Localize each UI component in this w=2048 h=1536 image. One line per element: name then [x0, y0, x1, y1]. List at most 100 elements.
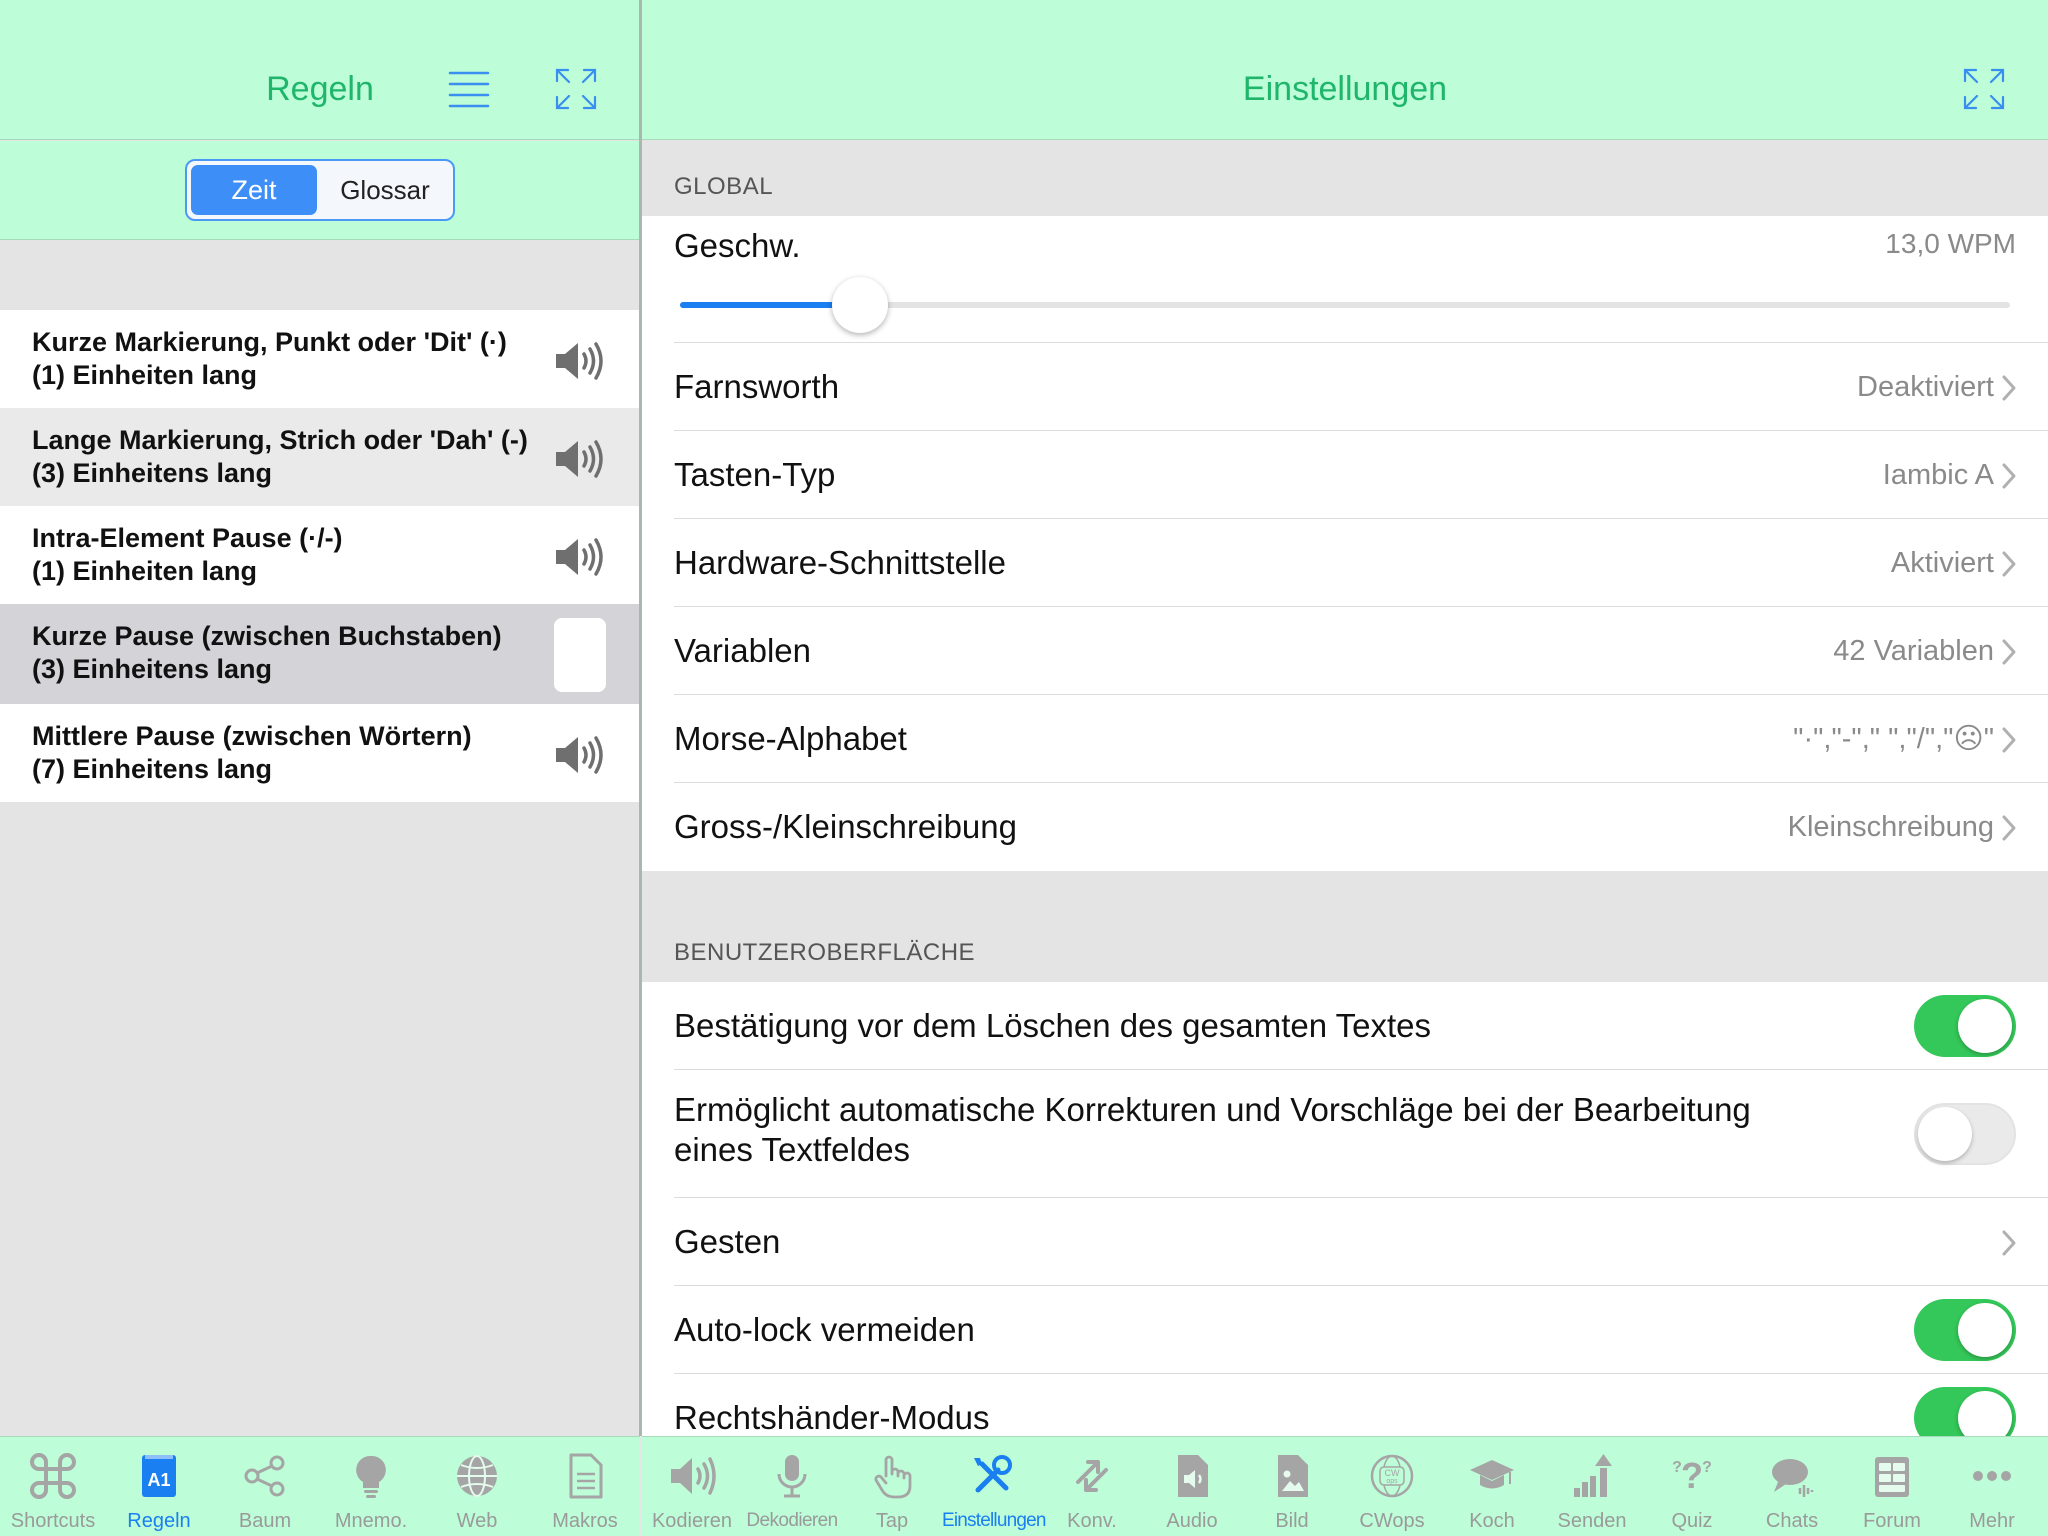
cwops-globe-icon: CWops: [1370, 1454, 1414, 1498]
tab-dekodieren[interactable]: Dekodieren: [742, 1437, 842, 1536]
speaker-icon: [671, 1457, 716, 1495]
bar-chart-up-icon: [1574, 1454, 1612, 1497]
setting-value: Iambic A: [1882, 459, 1994, 491]
tab-label: Einstellungen: [942, 1510, 1046, 1531]
page-title: Regeln: [266, 70, 374, 108]
autolock-toggle[interactable]: [1914, 1299, 2016, 1361]
chevron-right-icon: [2002, 375, 2016, 401]
expand-icon[interactable]: [554, 67, 598, 111]
tab-mnemo[interactable]: Mnemo.: [318, 1437, 424, 1536]
speaker-icon[interactable]: [554, 341, 604, 381]
speaker-icon[interactable]: [554, 537, 604, 577]
setting-row-gesten[interactable]: Gesten: [674, 1198, 2048, 1286]
document-icon: [569, 1453, 603, 1499]
speaker-icon[interactable]: [554, 439, 604, 479]
speaker-icon[interactable]: [554, 735, 604, 775]
command-icon: [30, 1453, 76, 1499]
tab-web[interactable]: Web: [424, 1437, 530, 1536]
globe-icon: [457, 1455, 497, 1497]
expand-icon[interactable]: [1962, 67, 2006, 111]
svg-text:ops: ops: [1386, 1478, 1398, 1485]
tab-koch[interactable]: Koch: [1442, 1437, 1542, 1536]
tab-quiz[interactable]: ??? Quiz: [1642, 1437, 1742, 1536]
setting-value: 42 Variablen: [1833, 635, 1994, 667]
setting-label: Variablen: [674, 632, 811, 669]
tab-label: Web: [456, 1510, 498, 1532]
rules-list: Kurze Markierung, Punkt oder 'Dit' (·) (…: [0, 310, 640, 802]
setting-row-variablen[interactable]: Variablen 42 Variablen: [674, 607, 2048, 695]
setting-row-case[interactable]: Gross-/Kleinschreibung Kleinschreibung: [674, 783, 2048, 871]
chat-bubbles-icon: [1772, 1459, 1814, 1497]
tab-regeln[interactable]: A1 Regeln: [106, 1437, 212, 1536]
rule-title: Kurze Markierung, Punkt oder 'Dit' (·): [32, 327, 507, 357]
rule-text: Lange Markierung, Strich oder 'Dah' (-) …: [32, 424, 552, 490]
setting-row-morse-alphabet[interactable]: Morse-Alphabet "·","-"," ","/","☹": [674, 695, 2048, 783]
share-tree-icon: [244, 1455, 285, 1497]
a1-book-icon: A1: [142, 1455, 176, 1497]
tab-mehr[interactable]: Mehr: [1942, 1437, 2042, 1536]
rule-duration: (3) Einheitens lang: [32, 654, 273, 684]
segment-glossar[interactable]: Glossar: [321, 165, 449, 215]
right-handed-toggle[interactable]: [1914, 1387, 2016, 1436]
tab-label: Mnemo.: [334, 1510, 408, 1532]
tab-cwops[interactable]: CW ops CWops: [1342, 1437, 1442, 1536]
tab-audio[interactable]: Audio: [1142, 1437, 1242, 1536]
rules-header: Regeln: [0, 0, 640, 140]
rule-duration: (1) Einheiten lang: [32, 556, 258, 586]
speed-value: 13,0 WPM: [1885, 228, 2016, 259]
rule-duration: (7) Einheitens lang: [32, 754, 273, 784]
tab-senden[interactable]: Senden: [1542, 1437, 1642, 1536]
settings-pane: Einstellungen GLOBAL Geschw. 13,0 WPM Fa…: [642, 0, 2048, 1436]
setting-label: Hardware-Schnittstelle: [674, 544, 1006, 581]
setting-label: Tasten-Typ: [674, 456, 836, 493]
tab-makros[interactable]: Makros: [530, 1437, 640, 1536]
graduation-cap-icon: [1470, 1460, 1514, 1489]
lightbulb-icon: [356, 1455, 386, 1498]
tab-label: Audio: [1166, 1510, 1218, 1532]
question-marks-icon: ???: [1672, 1455, 1712, 1496]
tab-label: Bild: [1275, 1510, 1309, 1532]
segmented-control: Zeit Glossar: [185, 159, 455, 221]
ellipsis-icon: [1973, 1471, 2011, 1481]
setting-row-hardware[interactable]: Hardware-Schnittstelle Aktiviert: [674, 519, 2048, 607]
image-file-icon: [1278, 1455, 1308, 1497]
tab-forum[interactable]: Forum: [1842, 1437, 1942, 1536]
chevron-right-icon: [2002, 639, 2016, 665]
tab-konv[interactable]: Konv.: [1042, 1437, 1142, 1536]
setting-row-farnsworth[interactable]: Farnsworth Deaktiviert: [674, 343, 2048, 431]
setting-value: Kleinschreibung: [1787, 811, 1994, 843]
tab-kodieren[interactable]: Kodieren: [642, 1437, 742, 1536]
tab-label: Kodieren: [651, 1510, 733, 1532]
svg-text:CW: CW: [1385, 1468, 1400, 1478]
tab-baum[interactable]: Baum: [212, 1437, 318, 1536]
autocorrect-toggle[interactable]: [1914, 1103, 2016, 1165]
setting-row-confirm-delete: Bestätigung vor dem Löschen des gesamten…: [674, 982, 2048, 1070]
tab-chats[interactable]: Chats: [1742, 1437, 1842, 1536]
menu-icon[interactable]: [447, 69, 491, 109]
tab-shortcuts[interactable]: Shortcuts: [0, 1437, 106, 1536]
play-placeholder[interactable]: [554, 618, 606, 692]
confirm-delete-toggle[interactable]: [1914, 995, 2016, 1057]
speed-slider-thumb[interactable]: [831, 277, 888, 333]
tab-bild[interactable]: Bild: [1242, 1437, 1342, 1536]
setting-label: Rechtshänder-Modus: [674, 1399, 990, 1436]
toggle-knob: [1958, 1303, 2012, 1357]
rule-row[interactable]: Mittlere Pause (zwischen Wörtern) (7) Ei…: [0, 704, 640, 802]
tab-label: Makros: [552, 1510, 618, 1532]
tab-label: Quiz: [1671, 1510, 1713, 1532]
tab-einstellungen[interactable]: Einstellungen: [942, 1437, 1046, 1536]
svg-text:?: ?: [1702, 1459, 1712, 1476]
rule-row[interactable]: Intra-Element Pause (·/-) (1) Einheiten …: [0, 506, 640, 604]
rule-row[interactable]: Kurze Markierung, Punkt oder 'Dit' (·) (…: [0, 310, 640, 408]
rule-row-selected[interactable]: Kurze Pause (zwischen Buchstaben) (3) Ei…: [0, 604, 640, 704]
setting-label: Auto-lock vermeiden: [674, 1311, 975, 1348]
segment-zeit[interactable]: Zeit: [191, 165, 317, 215]
tab-tap[interactable]: Tap: [842, 1437, 942, 1536]
section-label-global: GLOBAL: [674, 173, 774, 200]
rule-row[interactable]: Lange Markierung, Strich oder 'Dah' (-) …: [0, 408, 640, 506]
global-settings-card: Geschw. 13,0 WPM Farnsworth Deaktiviert …: [642, 216, 2048, 871]
toggle-knob: [1958, 1391, 2012, 1436]
setting-row-tasten-typ[interactable]: Tasten-Typ Iambic A: [674, 431, 2048, 519]
chevron-right-icon: [2002, 815, 2016, 841]
rule-duration: (3) Einheitens lang: [32, 458, 273, 488]
